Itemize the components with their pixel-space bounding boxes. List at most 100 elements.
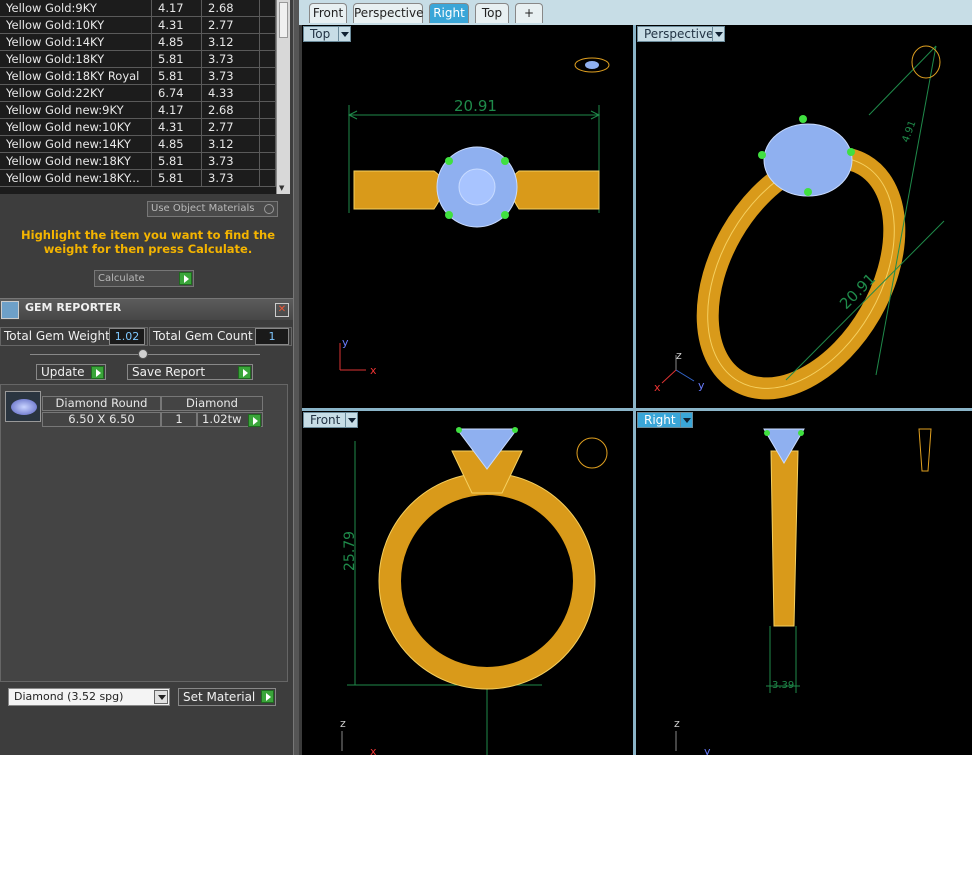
material-gravity: 2.68 [202, 0, 260, 16]
use-object-materials-label: Use Object Materials [151, 203, 255, 214]
panel-splitter[interactable] [293, 0, 299, 755]
material-gravity: 3.12 [202, 136, 260, 152]
update-button[interactable]: Update [36, 364, 106, 380]
chevron-down-icon[interactable] [712, 27, 724, 41]
viewport-right-label[interactable]: Right [637, 412, 693, 428]
play-icon[interactable] [179, 272, 192, 285]
material-row[interactable]: Yellow Gold new:18KY 5.81 3.73 [0, 153, 276, 170]
totals-row: Total Gem Weight 1.02 Total Gem Count 1 [0, 327, 292, 346]
material-row[interactable]: Yellow Gold new:9KY 4.17 2.68 [0, 102, 276, 119]
tab-right[interactable]: Right [429, 3, 469, 23]
material-name: Yellow Gold new:10KY [0, 119, 152, 135]
gem-list: Diamond Round Diamond 6.50 X 6.50 1 1.02… [0, 384, 288, 682]
scroll-down-icon[interactable]: ▼ [279, 184, 284, 192]
material-name: Yellow Gold:14KY [0, 34, 152, 50]
report-slider[interactable] [30, 349, 260, 359]
play-icon [238, 366, 251, 379]
material-density: 4.85 [152, 34, 202, 50]
axis-x: x [654, 381, 661, 394]
viewport-top-name: Top [310, 27, 331, 41]
viewport-right[interactable]: 3.39 z y Right [636, 411, 972, 755]
play-icon[interactable] [248, 414, 261, 427]
material-name: Yellow Gold:18KY Royal [0, 68, 152, 84]
perspective-view-drawing: 20.91 4.91 z x y [654, 45, 945, 400]
material-row[interactable]: Yellow Gold:18KY Royal 5.81 3.73 [0, 68, 276, 85]
top-dimension: 20.91 [454, 97, 497, 115]
gem-reporter-header: GEM REPORTER ✕ [0, 298, 293, 320]
update-label: Update [41, 365, 85, 379]
viewport-right-name: Right [644, 413, 676, 427]
viewport-grid: 20.91 y x Top 20.91 4.91 z x y Perspecti… [302, 25, 972, 755]
chevron-down-icon[interactable] [338, 27, 350, 41]
slider-knob[interactable] [138, 349, 148, 359]
material-row[interactable]: Yellow Gold:22KY 6.74 4.33 [0, 85, 276, 102]
material-gravity: 2.68 [202, 102, 260, 118]
left-panel: Yellow Gold:9KY 4.17 2.68 Yellow Gold:10KY 4… [0, 0, 296, 755]
viewport-perspective[interactable]: 20.91 4.91 z x y Perspective [636, 25, 972, 408]
material-density: 4.85 [152, 136, 202, 152]
close-icon[interactable]: ✕ [275, 303, 289, 317]
chevron-down-icon[interactable] [154, 690, 168, 704]
chevron-down-icon[interactable] [345, 413, 357, 427]
save-report-label: Save Report [132, 365, 206, 379]
top-view-drawing: 20.91 y x [339, 57, 610, 377]
gem-size: 6.50 X 6.50 [42, 412, 161, 427]
total-weight-value: 1.02 [109, 328, 145, 345]
axis-y: y [704, 745, 711, 755]
gem-weight[interactable]: 1.02tw [197, 412, 263, 427]
gem-weight-label: 1.02tw [202, 412, 242, 426]
front-view-drawing: 25.79 z x [340, 427, 608, 755]
tab-front[interactable]: Front [309, 3, 347, 23]
viewport-front[interactable]: 25.79 z x Front [302, 411, 633, 755]
calculate-button[interactable]: Calculate [94, 270, 194, 287]
viewport-perspective-name: Perspective [644, 27, 714, 41]
viewport-perspective-label[interactable]: Perspective [637, 26, 725, 42]
material-density: 4.17 [152, 0, 202, 16]
material-gravity: 2.77 [202, 119, 260, 135]
material-row[interactable]: Yellow Gold new:14KY 4.85 3.12 [0, 136, 276, 153]
material-row[interactable]: Yellow Gold:18KY 5.81 3.73 [0, 51, 276, 68]
radio-icon[interactable] [264, 204, 274, 214]
material-select[interactable]: Diamond (3.52 spg) [8, 688, 170, 706]
app-window: Yellow Gold:9KY 4.17 2.68 Yellow Gold:10KY 4… [0, 0, 972, 755]
viewport-top-label[interactable]: Top [303, 26, 351, 42]
axis-x: x [370, 364, 377, 377]
material-extra-cell [260, 119, 276, 135]
material-select-value: Diamond (3.52 spg) [14, 690, 124, 703]
diamond-icon [11, 399, 37, 415]
gem-count: 1 [161, 412, 197, 427]
tab-perspective[interactable]: Perspective [353, 3, 424, 23]
tab-top[interactable]: Top [475, 3, 509, 23]
use-object-materials-button[interactable]: Use Object Materials [147, 201, 278, 217]
material-density: 5.81 [152, 51, 202, 67]
add-tab-button[interactable]: + [515, 3, 543, 23]
scroll-thumb[interactable] [279, 2, 288, 38]
chevron-down-icon[interactable] [680, 413, 692, 427]
material-extra-cell [260, 17, 276, 33]
material-gravity: 2.77 [202, 17, 260, 33]
gem-reporter-title: GEM REPORTER [25, 301, 122, 314]
material-extra-cell [260, 68, 276, 84]
material-density: 5.81 [152, 153, 202, 169]
viewport-top[interactable]: 20.91 y x Top [302, 25, 633, 408]
gem-reporter-icon [1, 301, 19, 319]
material-row[interactable]: Yellow Gold new:10KY 4.31 2.77 [0, 119, 276, 136]
viewport-front-name: Front [310, 413, 341, 427]
save-report-button[interactable]: Save Report [127, 364, 253, 380]
front-dimension: 25.79 [342, 531, 358, 571]
material-scrollbar[interactable]: ▼ [276, 0, 290, 194]
axis-z: z [676, 349, 682, 362]
material-gravity: 3.73 [202, 170, 260, 186]
material-name: Yellow Gold:18KY [0, 51, 152, 67]
material-name: Yellow Gold:22KY [0, 85, 152, 101]
material-extra-cell [260, 170, 276, 186]
material-row[interactable]: Yellow Gold new:18KY... 5.81 3.73 [0, 170, 276, 187]
set-material-button[interactable]: Set Material [178, 688, 276, 706]
material-row[interactable]: Yellow Gold:9KY 4.17 2.68 [0, 0, 276, 17]
right-view-drawing: 3.39 z y [674, 428, 932, 755]
viewport-front-label[interactable]: Front [303, 412, 358, 428]
material-row[interactable]: Yellow Gold:14KY 4.85 3.12 [0, 34, 276, 51]
gem-thumbnail [5, 391, 41, 422]
material-row[interactable]: Yellow Gold:10KY 4.31 2.77 [0, 17, 276, 34]
material-extra-cell [260, 136, 276, 152]
